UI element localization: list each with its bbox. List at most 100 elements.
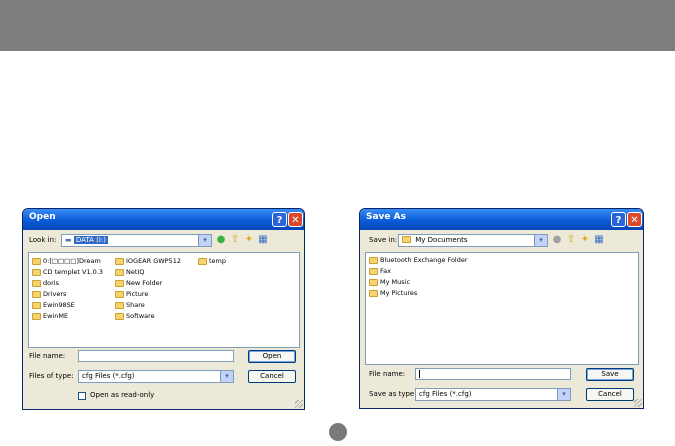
cancel-button[interactable]: Cancel [248, 370, 296, 383]
file-name-label: File name: [29, 352, 66, 360]
save-button[interactable]: Save [586, 368, 634, 381]
chevron-down-icon[interactable]: ▾ [220, 371, 233, 382]
up-folder-icon[interactable]: ⇧ [229, 234, 241, 246]
page-dot [329, 423, 347, 441]
list-item[interactable]: Drivers [32, 290, 66, 298]
help-button[interactable]: ? [272, 212, 287, 227]
text-cursor [419, 370, 420, 378]
list-item[interactable]: IOGEAR GWP512 [115, 257, 181, 265]
views-icon[interactable]: ▦ [593, 234, 605, 246]
list-item[interactable]: Share [115, 301, 145, 309]
list-item[interactable]: CD templet V1.0.3 [32, 268, 103, 276]
list-item[interactable]: temp [198, 257, 226, 265]
folder-icon [32, 257, 41, 265]
read-only-label: Open as read-only [90, 391, 155, 399]
close-button[interactable]: ✕ [288, 212, 303, 227]
help-button[interactable]: ? [611, 212, 626, 227]
folder-icon [115, 312, 124, 320]
folder-icon [32, 268, 41, 276]
folder-icon [369, 256, 378, 264]
item-label: 0:[□□□□]Dream [43, 257, 101, 265]
open-toolbar: ● ⇧ ✦ ▦ [215, 234, 285, 247]
folder-icon [32, 312, 41, 320]
save-as-type-label: Save as type: [369, 390, 417, 398]
top-band [0, 0, 675, 51]
file-name-label: File name: [369, 370, 406, 378]
folder-icon [32, 301, 41, 309]
list-item[interactable]: EwinME [32, 312, 68, 320]
item-label: New Folder [126, 279, 163, 287]
list-item[interactable]: Software [115, 312, 155, 320]
item-label: My Music [380, 278, 411, 286]
chevron-down-icon[interactable]: ▾ [198, 235, 211, 246]
list-item[interactable]: My Music [369, 278, 410, 286]
save-dialog-title: Save As [366, 212, 406, 222]
back-icon[interactable]: ● [215, 234, 227, 246]
save-in-value: My Documents [415, 236, 468, 244]
save-toolbar: ● ⇧ ✦ ▦ [551, 234, 621, 247]
open-dialog-title: Open [29, 212, 56, 222]
folder-icon [115, 268, 124, 276]
chevron-down-icon[interactable]: ▾ [557, 389, 570, 400]
chevron-down-icon[interactable]: ▾ [534, 235, 547, 246]
file-name-input[interactable] [78, 350, 234, 362]
music-folder-icon [369, 278, 378, 286]
resize-grip[interactable] [634, 399, 642, 407]
new-folder-icon[interactable]: ✦ [579, 234, 591, 246]
item-label: Drivers [43, 290, 67, 298]
item-label: Picture [126, 290, 149, 298]
item-label: CD templet V1.0.3 [43, 268, 104, 276]
look-in-value-wrap: ▬ DATA (I:) [65, 236, 109, 244]
open-file-list[interactable]: 0:[□□□□]Dream CD templet V1.0.3 doris Dr… [28, 252, 300, 348]
list-item[interactable]: Ewin98SE [32, 301, 75, 309]
save-titlebar[interactable]: Save As ? ✕ [360, 209, 643, 230]
files-of-type-combo[interactable]: cfg Files (*.cfg) ▾ [78, 370, 234, 383]
folder-icon [115, 301, 124, 309]
item-label: doris [43, 279, 59, 287]
save-in-value-wrap: My Documents [402, 236, 468, 244]
item-label: Bluetooth Exchange Folder [380, 256, 468, 264]
save-as-dialog: Save As ? ✕ Save in: My Documents ▾ ● ⇧ … [359, 208, 644, 409]
new-folder-icon[interactable]: ✦ [243, 234, 255, 246]
drive-icon: ▬ [65, 236, 72, 244]
folder-icon [115, 290, 124, 298]
up-folder-icon[interactable]: ⇧ [565, 234, 577, 246]
item-label: Software [126, 312, 155, 320]
files-of-type-value: cfg Files (*.cfg) [82, 372, 135, 380]
item-label: Fax [380, 267, 391, 275]
read-only-checkbox[interactable] [78, 392, 86, 400]
folder-icon [369, 267, 378, 275]
look-in-label: Look in: [29, 236, 57, 244]
item-label: Ewin98SE [43, 301, 75, 309]
list-item[interactable]: Picture [115, 290, 148, 298]
list-item[interactable]: New Folder [115, 279, 162, 287]
list-item[interactable]: Fax [369, 267, 391, 275]
save-as-type-value: cfg Files (*.cfg) [419, 390, 472, 398]
resize-grip[interactable] [295, 400, 303, 408]
item-label: temp [209, 257, 227, 265]
item-label: Share [126, 301, 145, 309]
cancel-button[interactable]: Cancel [586, 388, 634, 401]
item-label: My Pictures [380, 289, 418, 297]
open-dialog: Open ? ✕ Look in: ▬ DATA (I:) ▾ ● ⇧ ✦ ▦ … [22, 208, 305, 410]
save-as-type-combo[interactable]: cfg Files (*.cfg) ▾ [415, 388, 571, 401]
list-item[interactable]: Bluetooth Exchange Folder [369, 256, 468, 264]
back-icon[interactable]: ● [551, 234, 563, 246]
look-in-combo[interactable]: ▬ DATA (I:) ▾ [61, 234, 212, 247]
open-button[interactable]: Open [248, 350, 296, 363]
save-in-combo[interactable]: My Documents ▾ [398, 234, 548, 247]
list-item[interactable]: doris [32, 279, 59, 287]
list-item[interactable]: 0:[□□□□]Dream [32, 257, 101, 265]
folder-icon [115, 279, 124, 287]
file-name-input[interactable] [415, 368, 571, 380]
folder-icon [32, 290, 41, 298]
list-item[interactable]: My Pictures [369, 289, 417, 297]
save-in-label: Save in: [369, 236, 398, 244]
close-button[interactable]: ✕ [627, 212, 642, 227]
documents-folder-icon [402, 236, 411, 243]
folder-icon [198, 257, 207, 265]
list-item[interactable]: NetIQ [115, 268, 144, 276]
save-file-list[interactable]: Bluetooth Exchange Folder Fax My Music M… [365, 252, 639, 365]
views-icon[interactable]: ▦ [257, 234, 269, 246]
open-titlebar[interactable]: Open ? ✕ [23, 209, 304, 230]
